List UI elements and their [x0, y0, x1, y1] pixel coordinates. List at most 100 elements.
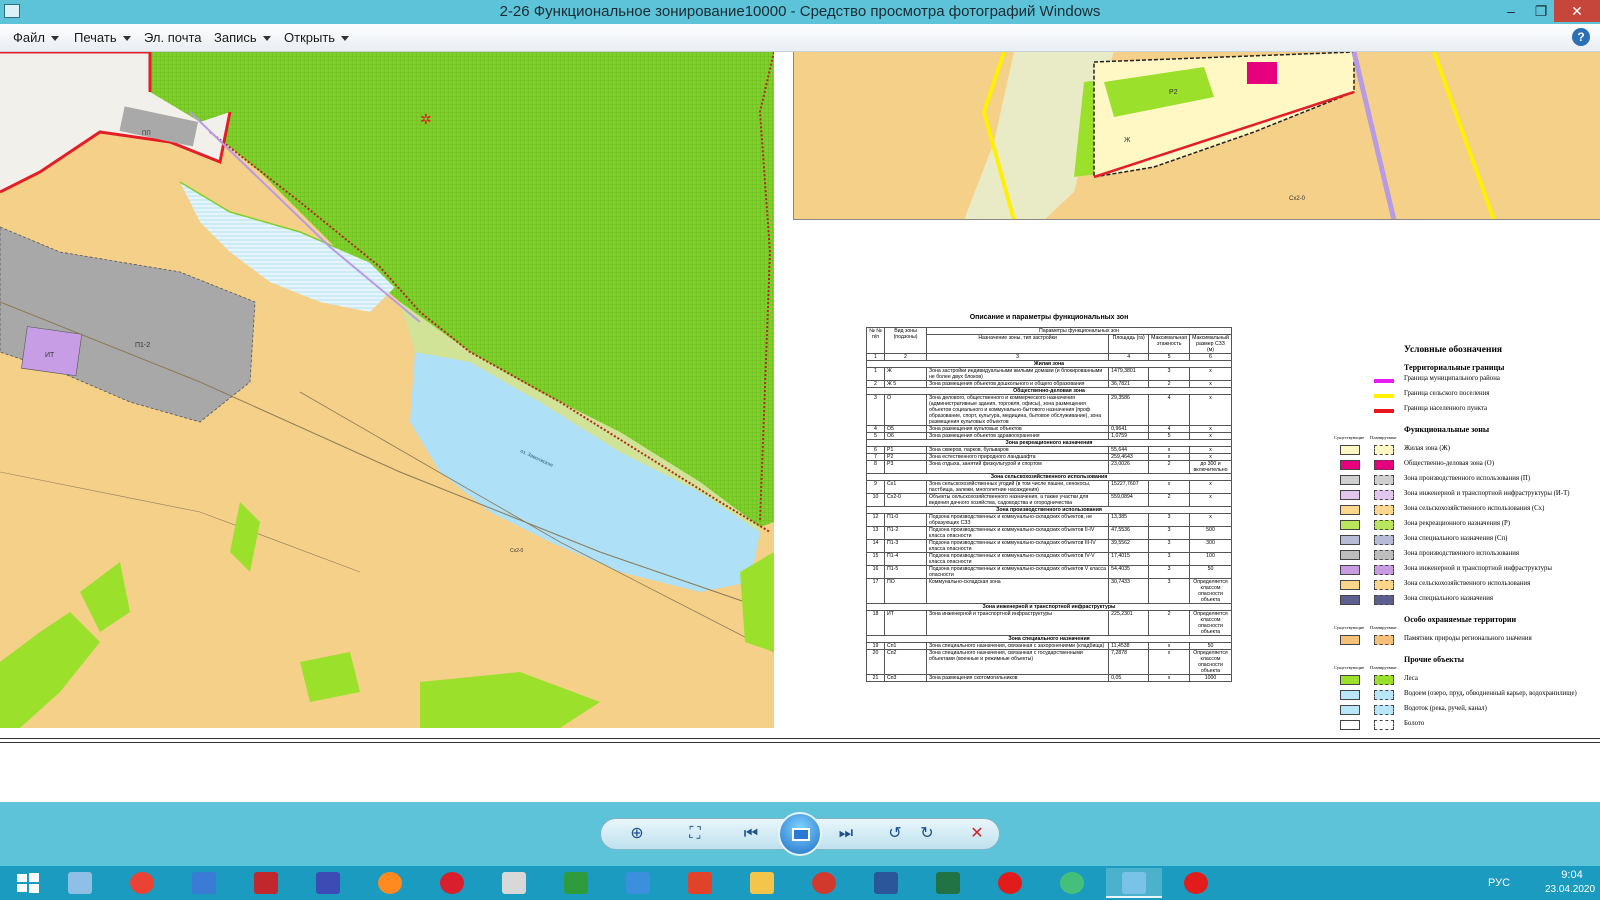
taskbar-start[interactable] — [0, 868, 56, 898]
legend-item: Памятник природы регионального значения — [1330, 632, 1600, 647]
taskbar-firefox[interactable] — [362, 868, 418, 898]
taskbar-calculator[interactable] — [548, 868, 604, 898]
legend-item: Зона рекреационного назначения (Р) — [1330, 517, 1600, 532]
next-icon[interactable]: ⏭ — [833, 822, 859, 846]
tasks-icon — [192, 872, 216, 894]
close-button[interactable]: ✕ — [1554, 0, 1600, 22]
zone-code: Сх1 — [884, 480, 927, 494]
zoom-icon[interactable]: ⊕ — [624, 822, 650, 846]
zone-szz: x — [1189, 446, 1232, 454]
legend-swatch-existing — [1340, 690, 1360, 700]
legend-label: Зона инженерной и транспортной инфрастру… — [1404, 565, 1552, 572]
zone-description: Объекты сельскохозяйственного назначения… — [925, 493, 1110, 507]
zone-area: 0,9641 — [1108, 425, 1150, 433]
row-number: 18 — [866, 610, 885, 636]
zone-area: 559,0894 — [1108, 493, 1150, 507]
col-header-params: Параметры функциональных зон — [926, 327, 1232, 335]
taskbar-chrome[interactable] — [114, 868, 170, 898]
previous-icon[interactable]: ⏮ — [738, 822, 764, 846]
legend-label: Зона производственного использования (П) — [1404, 475, 1531, 482]
legend-label: Жилая зона (Ж) — [1404, 445, 1450, 452]
taskbar-control-panel[interactable] — [52, 868, 108, 898]
taskbar-tasks[interactable] — [176, 868, 232, 898]
zone-description: Подзона производственных и коммунально-с… — [925, 552, 1110, 566]
image-canvas[interactable]: ПП П1-2 ИТ оз. Заволжское Сх2-0 ✲ Р2 Ж С… — [0, 52, 1600, 802]
language-indicator[interactable]: РУС — [1488, 877, 1510, 889]
section-title: Зона инженерной и транспортной инфрастру… — [866, 603, 1232, 611]
section-title: Зона специального назначения — [866, 635, 1232, 643]
taskbar-photo-viewer[interactable] — [1106, 868, 1162, 898]
minimize-button[interactable]: – — [1496, 0, 1526, 22]
zone-area: 7,2878 — [1108, 649, 1150, 675]
rotate-left-icon[interactable]: ↺ — [882, 822, 908, 846]
table-row: 9 Сх1 Зона сельскохозяйственных угодий (в … — [866, 480, 1232, 494]
zone-floors: 5 — [1148, 432, 1190, 440]
table-row: 20 Сп2 Зона специального назначения, связа… — [866, 649, 1232, 675]
slideshow-icon[interactable] — [778, 812, 822, 856]
table-row: 10 Сх2-0 Объекты сельскохозяйственного наз… — [866, 493, 1232, 507]
zone-floors: 3 — [1148, 578, 1190, 604]
taskbar-yandex-browser[interactable] — [1168, 868, 1224, 898]
zone-description: Зона делового, общественного и коммерчес… — [925, 394, 1110, 426]
menu-file[interactable]: Файл — [13, 30, 59, 45]
legend-title: Условные обозначения — [1404, 345, 1503, 355]
maximize-button[interactable]: ❐ — [1526, 0, 1556, 22]
legend-item: Зона сельскохозяйственного использования… — [1330, 502, 1600, 517]
menu-open[interactable]: Открыть — [284, 30, 350, 45]
clock-time[interactable]: 9:04 — [1542, 869, 1600, 881]
zone-code: Ж 5 — [884, 380, 927, 388]
zone-code: О6 — [884, 432, 927, 440]
zone-szz: x — [1189, 394, 1232, 426]
map-main-svg: ПП П1-2 ИТ оз. Заволжское Сх2-0 ✲ — [0, 52, 774, 728]
legend-item: Зона инженерной и транспортной инфрастру… — [1330, 487, 1600, 502]
anydesk-icon — [688, 872, 712, 894]
zone-szz: x — [1189, 367, 1232, 381]
taskbar-word[interactable] — [858, 868, 914, 898]
legend-swatch-existing — [1340, 535, 1360, 545]
taskbar-app-red[interactable] — [796, 868, 852, 898]
delete-icon[interactable]: ✕ — [964, 822, 990, 846]
clock-date[interactable]: 23.04.2020 — [1535, 884, 1600, 895]
photo-viewer-window: 2-26 Функциональное зонирование10000 - С… — [0, 0, 1600, 900]
taskbar-autocad[interactable] — [238, 868, 294, 898]
legend-item: Жилая зона (Ж) — [1330, 442, 1600, 457]
map-label-pp: ПП — [142, 131, 151, 137]
legend-column-headers: Существующие Планируемые — [1330, 434, 1600, 442]
zone-description: Зона застройки индивидуальными жилыми до… — [925, 367, 1110, 381]
taskbar-yandex[interactable] — [982, 868, 1038, 898]
taskbar-printer[interactable] — [486, 868, 542, 898]
taskbar-teamviewer[interactable] — [610, 868, 666, 898]
menu-email[interactable]: Эл. почта — [144, 30, 202, 45]
browser-green-icon — [1060, 872, 1084, 894]
taskbar-excel[interactable] — [920, 868, 976, 898]
rotate-right-icon[interactable]: ↻ — [914, 822, 940, 846]
zone-code: ИТ — [884, 610, 927, 636]
legend-swatch-planned — [1374, 635, 1394, 645]
zone-code: Ж — [884, 367, 927, 381]
zone-floors: x — [1148, 642, 1190, 650]
firefox-icon — [378, 872, 402, 894]
row-number: 10 — [866, 493, 885, 507]
photo-viewer-icon — [1122, 872, 1146, 894]
taskbar-puzzle[interactable] — [300, 868, 356, 898]
menu-print[interactable]: Печать — [74, 30, 131, 45]
map-inset-svg: Р2 Ж Сх2-0 — [794, 52, 1600, 219]
zone-code: Р2 — [884, 453, 927, 461]
table-section-row: Зона инженерной и транспортной инфрастру… — [866, 603, 1232, 611]
row-number: 19 — [866, 642, 885, 650]
menu-burn[interactable]: Запись — [214, 30, 271, 45]
zone-area: 13,385 — [1108, 513, 1150, 527]
taskbar-opera[interactable] — [424, 868, 480, 898]
help-icon[interactable]: ? — [1572, 28, 1590, 46]
legend-swatch-planned — [1374, 505, 1394, 515]
table-row: 13 П1-2 Подзона производственных и коммуна… — [866, 526, 1232, 540]
fit-icon[interactable]: ⛶ — [682, 822, 708, 846]
zone-area: 47,5536 — [1108, 526, 1150, 540]
zone-description: Зона скверов, парков, бульваров — [925, 446, 1110, 454]
legend-item: Зона инженерной и транспортной инфрастру… — [1330, 562, 1600, 577]
taskbar-anydesk[interactable] — [672, 868, 728, 898]
taskbar-browser-green[interactable] — [1044, 868, 1100, 898]
excel-icon — [936, 872, 960, 894]
menu-bar: Файл Печать Эл. почта Запись Открыть ? — [0, 24, 1600, 52]
taskbar-explorer[interactable] — [734, 868, 790, 898]
